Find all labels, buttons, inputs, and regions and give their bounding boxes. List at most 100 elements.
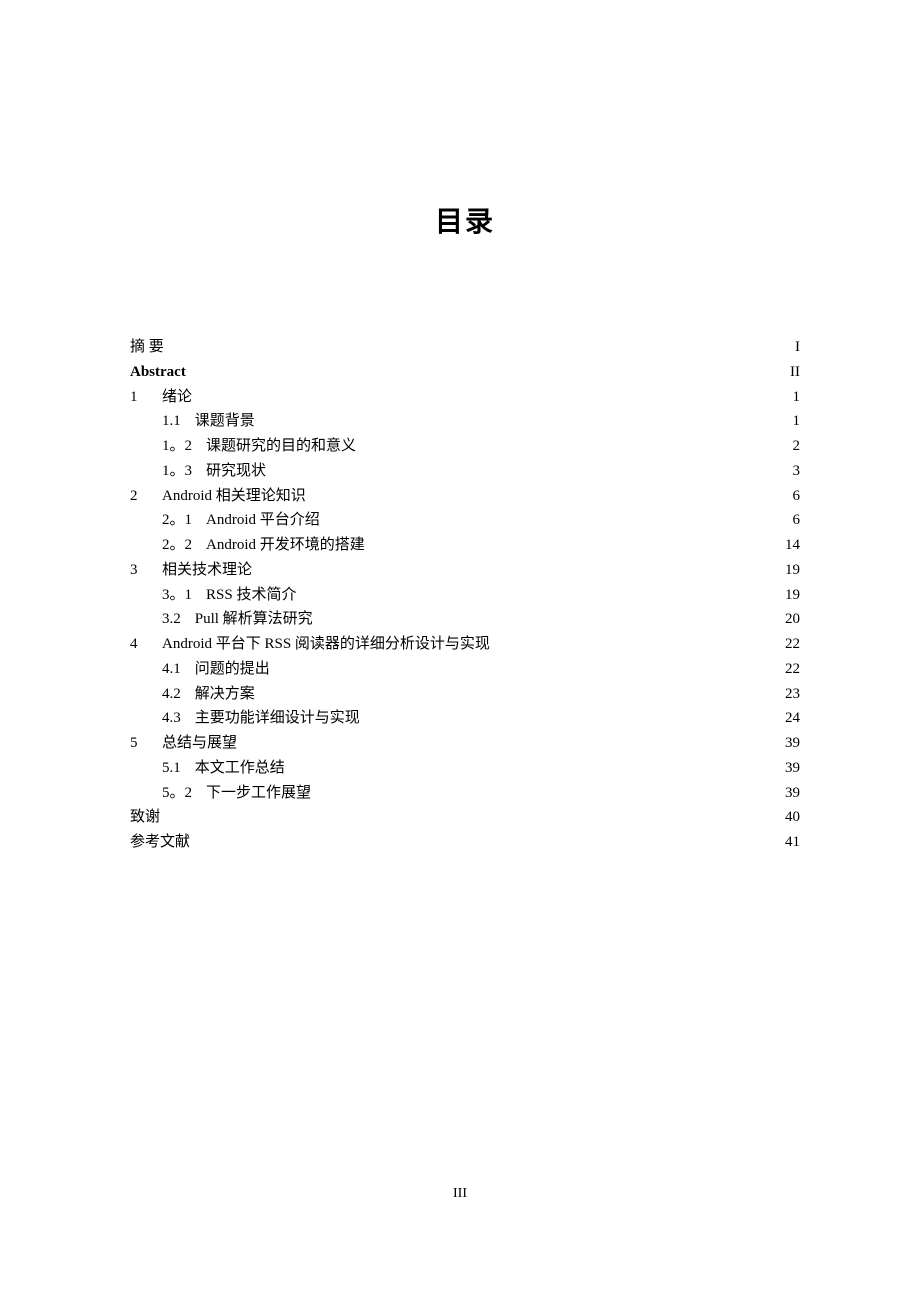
page-content: 目录 摘 要 IAbstract II1绪论 11.1课题背景 11。2课题研究…	[0, 0, 920, 855]
toc-number: 1。2	[162, 434, 192, 459]
toc-page: 24	[780, 706, 800, 731]
toc-entry: 2。1 Android 平台介绍 6	[130, 508, 800, 533]
table-of-contents: 摘 要 IAbstract II1绪论 11.1课题背景 11。2课题研究的目的…	[130, 335, 800, 855]
toc-page: 3	[780, 459, 800, 484]
toc-text: 总结与展望	[162, 735, 237, 751]
toc-entry: 3。1 RSS 技术简介 19	[130, 583, 800, 608]
toc-label: 3。1 RSS 技术简介	[130, 583, 296, 608]
toc-page: 22	[780, 632, 800, 657]
toc-entry: 致谢 40	[130, 805, 800, 830]
toc-page: 22	[780, 657, 800, 682]
toc-number: 3。1	[162, 583, 192, 608]
toc-entry: 摘 要 I	[130, 335, 800, 360]
toc-number: 1.1	[162, 409, 181, 434]
toc-label: 1.1 课题背景	[130, 409, 255, 434]
toc-entry: Abstract II	[130, 360, 800, 385]
toc-text: Android 相关理论知识	[162, 488, 306, 504]
toc-entry: 5.1本文工作总结 39	[130, 756, 800, 781]
toc-page: 40	[780, 805, 800, 830]
toc-number: 3	[130, 558, 162, 583]
toc-label: 3.2Pull 解析算法研究	[130, 607, 313, 632]
toc-text: RSS 技术简介	[206, 587, 296, 603]
toc-page: 23	[780, 682, 800, 707]
toc-page: 6	[780, 508, 800, 533]
toc-number: 2。1	[162, 508, 192, 533]
page-number: III	[0, 1186, 920, 1202]
toc-number: 4	[130, 632, 162, 657]
toc-label: 3相关技术理论	[130, 558, 252, 583]
toc-entry: 1。2 课题研究的目的和意义 2	[130, 434, 800, 459]
toc-label: 参考文献	[130, 830, 190, 855]
toc-number: 5	[130, 731, 162, 756]
toc-label: 2Android 相关理论知识	[130, 484, 306, 509]
toc-page: 6	[780, 484, 800, 509]
toc-number: 4.1	[162, 657, 181, 682]
toc-label: 摘 要	[130, 335, 164, 360]
toc-page: I	[780, 335, 800, 360]
toc-label: 致谢	[130, 805, 160, 830]
toc-title: 目录	[130, 200, 800, 240]
toc-label: 1绪论	[130, 385, 192, 410]
toc-page: 19	[780, 583, 800, 608]
toc-page: 39	[780, 781, 800, 806]
toc-number: 4.2	[162, 682, 181, 707]
toc-page: 1	[780, 409, 800, 434]
toc-label: 2。1 Android 平台介绍	[130, 508, 320, 533]
toc-text: Android 开发环境的搭建	[206, 537, 365, 553]
toc-label: 1。3 研究现状	[130, 459, 266, 484]
toc-page: 41	[780, 830, 800, 855]
toc-label: Abstract	[130, 360, 186, 385]
toc-text: 摘 要	[130, 339, 164, 355]
toc-number: 5。2	[162, 781, 192, 806]
toc-entry: 2。2 Android 开发环境的搭建 14	[130, 533, 800, 558]
toc-text: Abstract	[130, 364, 186, 380]
toc-page: 19	[780, 558, 800, 583]
toc-text: 解决方案	[195, 686, 255, 702]
toc-text: 下一步工作展望	[206, 785, 311, 801]
toc-page: 14	[780, 533, 800, 558]
toc-page: 1	[780, 385, 800, 410]
toc-entry: 1。3 研究现状 3	[130, 459, 800, 484]
toc-number: 2	[130, 484, 162, 509]
toc-label: 5。2 下一步工作展望	[130, 781, 311, 806]
toc-entry: 3.2Pull 解析算法研究 20	[130, 607, 800, 632]
toc-label: 4.1问题的提出	[130, 657, 270, 682]
toc-entry: 4.2 解决方案 23	[130, 682, 800, 707]
toc-page: 39	[780, 756, 800, 781]
toc-page: 20	[780, 607, 800, 632]
toc-page: II	[780, 360, 800, 385]
toc-text: Android 平台下 RSS 阅读器的详细分析设计与实现	[162, 636, 490, 652]
toc-entry: 5。2 下一步工作展望 39	[130, 781, 800, 806]
toc-label: 5总结与展望	[130, 731, 237, 756]
toc-entry: 3相关技术理论 19	[130, 558, 800, 583]
toc-entry: 4.1问题的提出 22	[130, 657, 800, 682]
toc-text: 致谢	[130, 809, 160, 825]
toc-page: 39	[780, 731, 800, 756]
toc-entry: 2Android 相关理论知识 6	[130, 484, 800, 509]
toc-number: 2。2	[162, 533, 192, 558]
toc-number: 4.3	[162, 706, 181, 731]
toc-text: 课题背景	[195, 413, 255, 429]
toc-page: 2	[780, 434, 800, 459]
toc-text: 研究现状	[206, 463, 266, 479]
toc-entry: 1.1 课题背景 1	[130, 409, 800, 434]
toc-number: 1。3	[162, 459, 192, 484]
toc-text: Android 平台介绍	[206, 512, 320, 528]
toc-entry: 5总结与展望 39	[130, 731, 800, 756]
toc-text: 课题研究的目的和意义	[206, 438, 356, 454]
toc-entry: 参考文献 41	[130, 830, 800, 855]
toc-label: 2。2 Android 开发环境的搭建	[130, 533, 365, 558]
toc-text: 相关技术理论	[162, 562, 252, 578]
toc-label: 5.1本文工作总结	[130, 756, 285, 781]
toc-entry: 1绪论 1	[130, 385, 800, 410]
toc-label: 4.3 主要功能详细设计与实现	[130, 706, 360, 731]
toc-entry: 4Android 平台下 RSS 阅读器的详细分析设计与实现 22	[130, 632, 800, 657]
toc-label: 4.2 解决方案	[130, 682, 255, 707]
toc-text: 主要功能详细设计与实现	[195, 710, 360, 726]
toc-text: Pull 解析算法研究	[195, 611, 313, 627]
toc-entry: 4.3 主要功能详细设计与实现 24	[130, 706, 800, 731]
toc-number: 5.1	[162, 756, 181, 781]
toc-text: 绪论	[162, 389, 192, 405]
toc-number: 1	[130, 385, 162, 410]
toc-text: 参考文献	[130, 834, 190, 850]
